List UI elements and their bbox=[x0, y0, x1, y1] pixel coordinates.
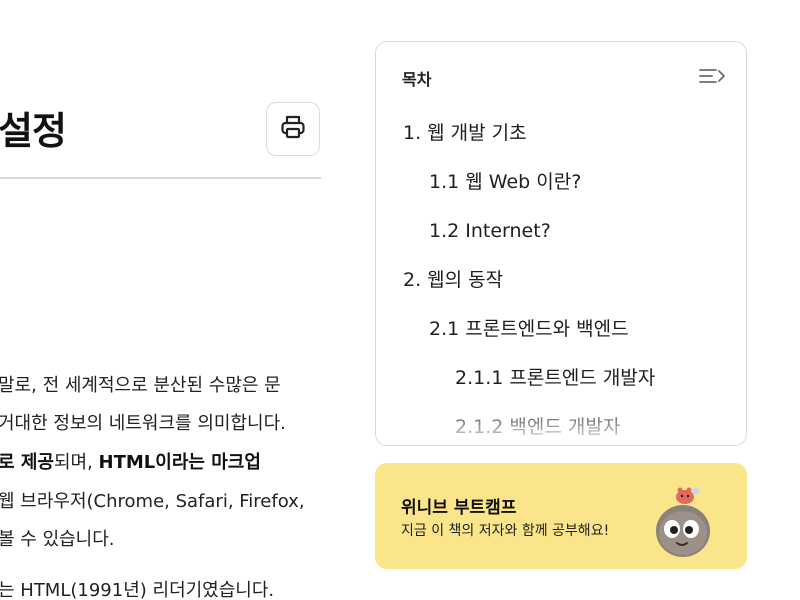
page-title: 설정 bbox=[0, 109, 67, 153]
printer-icon bbox=[279, 113, 307, 145]
paragraph-line: 는 HTML(1991년) 리더기였습니다. bbox=[0, 580, 275, 600]
promo-title: 위니브 부트캠프 bbox=[401, 498, 517, 518]
toc-title: 목차 bbox=[402, 70, 432, 89]
toc-item[interactable]: 1. 웹 개발 기초 bbox=[403, 121, 527, 145]
toc-item[interactable]: 2. 웹의 동작 bbox=[403, 268, 503, 292]
toc-item[interactable]: 1.1 웹 Web 이란? bbox=[429, 170, 581, 194]
toc-collapse-icon bbox=[698, 69, 728, 92]
toc-item[interactable]: 2.1.2 백엔드 개발자 bbox=[455, 415, 620, 439]
paragraph-line: 볼 수 있습니다. bbox=[0, 529, 115, 550]
page: 설정 말로, 전 세계적으로 분산된 수많은 문 거대한 정보의 네트워크를 의… bbox=[0, 0, 800, 600]
bold-text: 로 제공 bbox=[0, 452, 54, 473]
mascot-character-icon bbox=[651, 483, 715, 559]
toc-collapse-button[interactable] bbox=[698, 64, 728, 88]
paragraph-line: 말로, 전 세계적으로 분산된 수많은 문 bbox=[0, 375, 281, 396]
title-divider bbox=[0, 177, 321, 179]
paragraph-line: 로 제공되며, HTML이라는 마크업 bbox=[0, 452, 261, 474]
bold-text: HTML이라는 마크업 bbox=[98, 452, 261, 473]
paragraph-text: 되며, bbox=[53, 452, 99, 473]
paragraph-line: 거대한 정보의 네트워크를 의미합니다. bbox=[0, 413, 286, 434]
toc-item[interactable]: 2.1.1 프론트엔드 개발자 bbox=[455, 366, 655, 390]
toc-item[interactable]: 1.2 Internet? bbox=[429, 219, 551, 243]
toc-item[interactable]: 2.1 프론트엔드와 백엔드 bbox=[429, 317, 629, 341]
table-of-contents: 목차 1. 웹 개발 기초 1.1 웹 Web 이란? 1.2 Internet… bbox=[375, 41, 747, 446]
promo-subtitle: 지금 이 책의 저자와 함께 공부해요! bbox=[401, 523, 610, 539]
print-button[interactable] bbox=[266, 102, 320, 156]
paragraph-line: 웹 브라우저(Chrome, Safari, Firefox, bbox=[0, 491, 305, 512]
bootcamp-promo-banner[interactable]: 위니브 부트캠프 지금 이 책의 저자와 함께 공부해요! bbox=[375, 463, 747, 569]
